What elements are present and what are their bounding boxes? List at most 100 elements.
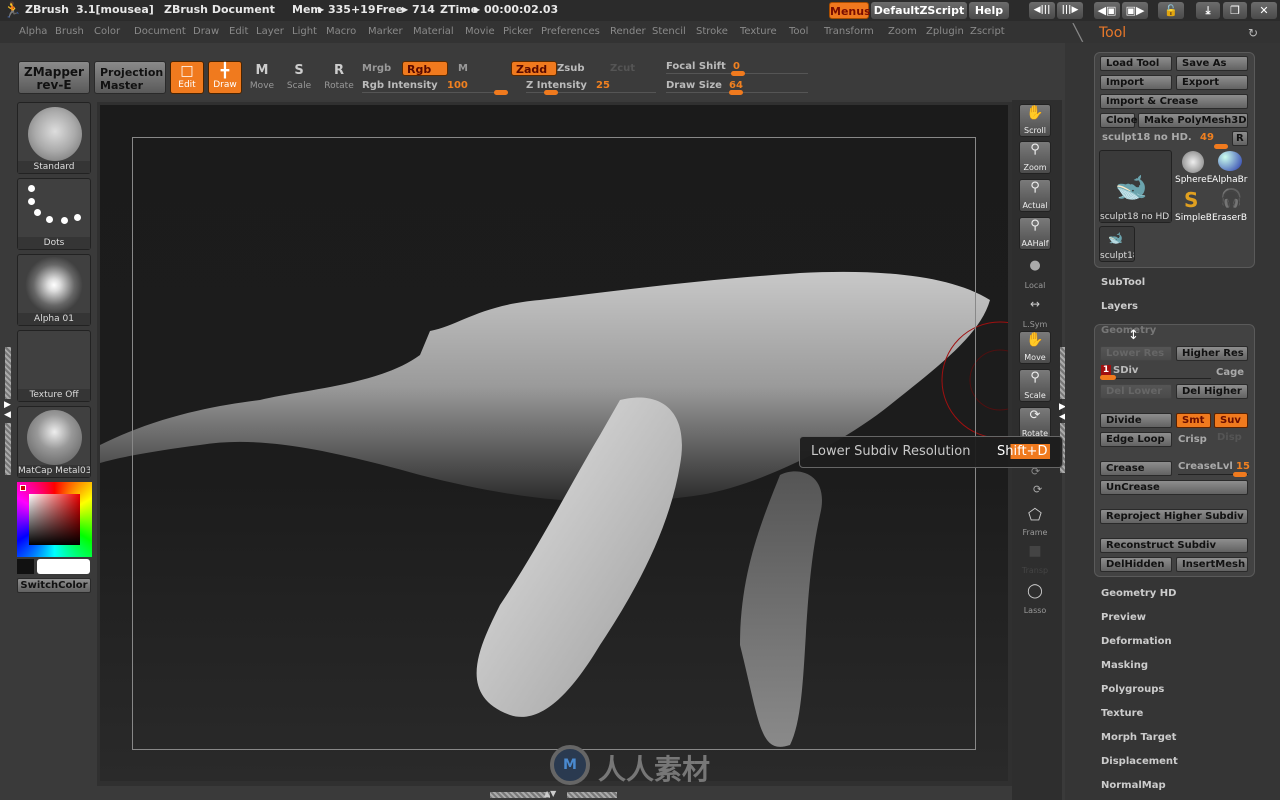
menu-stencil[interactable]: Stencil [652,26,686,37]
brush-selector[interactable]: Standard [17,102,91,174]
reconstruct-subdiv-button[interactable]: Reconstruct Subdiv [1100,538,1248,553]
mrgb-toggle[interactable]: Mrgb [362,63,391,74]
rgb-intensity-knob[interactable] [494,90,508,95]
menu-preferences[interactable]: Preferences [541,26,600,37]
disp-slider-label[interactable]: Disp [1217,432,1242,443]
morph-target-section[interactable]: Morph Target [1101,732,1176,743]
preview-section[interactable]: Preview [1101,612,1146,623]
scroll-button[interactable]: ✋ Scroll [1019,104,1051,137]
scale-view-button[interactable]: ⚲ Scale [1019,369,1051,402]
rgb-intensity-slider[interactable] [362,92,508,93]
help-button[interactable]: Help [969,2,1009,19]
lower-res-button[interactable]: Lower Res [1100,346,1172,361]
menu-render[interactable]: Render [610,26,646,37]
lock-icon[interactable]: 🔓 [1158,2,1184,19]
import-crease-button[interactable]: Import & Crease [1100,94,1248,109]
suv-toggle[interactable]: Suv [1214,413,1248,428]
expand-bottom-tray-icon[interactable]: ▲▼ [544,789,556,798]
export-button[interactable]: Export [1176,75,1248,90]
aahalf-button[interactable]: ⚲ AAHalf [1019,217,1051,250]
transp-button[interactable]: ■ Transp [1019,543,1051,576]
menu-zscript[interactable]: Zscript [970,26,1005,37]
cage-button[interactable]: Cage [1216,367,1244,378]
zoom-button[interactable]: ⚲ Zoom [1019,141,1051,174]
polygroups-section[interactable]: Polygroups [1101,684,1164,695]
geometry-hd-section[interactable]: Geometry HD [1101,588,1176,599]
left-tray-handle[interactable] [5,347,11,399]
masking-section[interactable]: Masking [1101,660,1148,671]
zmapper-button[interactable]: ZMapper rev-E [18,61,90,94]
menu-draw[interactable]: Draw [193,26,219,37]
sdiv-slider[interactable] [1101,378,1211,379]
reproject-higher-subdiv-button[interactable]: Reproject Higher Subdiv [1100,509,1248,524]
alpha-selector[interactable]: Alpha 01 [17,254,91,326]
lasso-button[interactable]: ◯ Lasso [1019,583,1051,616]
z-intensity-knob[interactable] [544,90,558,95]
focal-shift-knob[interactable] [731,71,745,76]
menu-alpha[interactable]: Alpha [19,26,47,37]
move-view-button[interactable]: ✋ Move [1019,331,1051,364]
smt-toggle[interactable]: Smt [1176,413,1211,428]
expand-palette-icon[interactable]: |||▶ [1057,2,1083,19]
r-button[interactable]: R [1232,131,1248,146]
menu-macro[interactable]: Macro [326,26,356,37]
delhidden-button[interactable]: DelHidden [1100,557,1172,572]
menu-picker[interactable]: Picker [503,26,533,37]
insertmesh-button[interactable]: InsertMesh [1176,557,1248,572]
menu-texture[interactable]: Texture [740,26,777,37]
projection-master-button[interactable]: Projection Master [94,61,166,94]
tool-eraserbrush[interactable]: 🎧 EraserB [1212,188,1248,224]
menu-document[interactable]: Document [134,26,186,37]
rotate-mode-button[interactable]: R Rotate [321,61,357,94]
zadd-toggle[interactable]: Zadd [511,61,557,76]
normalmap-section[interactable]: NormalMap [1101,780,1166,791]
hue-marker[interactable] [20,485,26,491]
menu-zplugin[interactable]: Zplugin [926,26,964,37]
draw-size-knob[interactable] [729,90,743,95]
menu-layer[interactable]: Layer [256,26,284,37]
minimize-icon[interactable]: ⤓ [1196,2,1220,19]
make-polymesh3d-button[interactable]: Make PolyMesh3D [1138,113,1248,128]
default-zscript-button[interactable]: DefaultZScript [871,2,967,19]
menu-transform[interactable]: Transform [824,26,874,37]
clone-button[interactable]: Clone [1100,113,1138,128]
sdiv-knob[interactable] [1100,375,1116,380]
draw-mode-button[interactable]: ╋ Draw [208,61,242,94]
subtool-thumbnail[interactable]: 🐋 sculpt18 [1099,226,1135,262]
next-layout-icon[interactable]: ▣▶ [1122,2,1148,19]
material-selector[interactable]: MatCap Metal03 [17,406,91,478]
menu-stroke[interactable]: Stroke [696,26,728,37]
main-color-swatch[interactable] [37,559,90,574]
menu-movie[interactable]: Movie [465,26,495,37]
higher-res-button[interactable]: Higher Res [1176,346,1248,361]
zsub-toggle[interactable]: Zsub [557,63,584,74]
menus-button[interactable]: Menus [829,2,871,19]
scale-mode-button[interactable]: S Scale [281,61,317,94]
menu-marker[interactable]: Marker [368,26,403,37]
deformation-section[interactable]: Deformation [1101,636,1172,647]
load-tool-button[interactable]: Load Tool [1100,56,1172,71]
palette-reset-icon[interactable]: ↻ [1248,26,1258,40]
subtool-section[interactable]: SubTool [1101,277,1145,288]
lsym-button[interactable]: ↔ L.Sym [1019,297,1051,330]
layers-section[interactable]: Layers [1101,301,1138,312]
prev-layout-icon[interactable]: ◀▣ [1094,2,1120,19]
tool-alphabrush[interactable]: AlphaBr [1212,150,1248,186]
menu-color[interactable]: Color [94,26,120,37]
bottom-tray-handle-right[interactable] [567,792,617,798]
expand-left-tray-icon[interactable]: ▶ ◀ [4,400,11,420]
del-lower-button[interactable]: Del Lower [1100,384,1172,399]
frame-button[interactable]: ⬠ Frame [1019,505,1051,538]
displacement-section[interactable]: Displacement [1101,756,1178,767]
menu-material[interactable]: Material [413,26,454,37]
color-picker-ring[interactable] [17,482,92,557]
actual-button[interactable]: ⚲ Actual [1019,179,1051,212]
close-icon[interactable]: ✕ [1251,2,1277,19]
texture-section[interactable]: Texture [1101,708,1143,719]
switch-color-button[interactable]: SwitchColor [17,578,91,593]
bottom-tray-handle[interactable] [490,792,550,798]
menu-zoom[interactable]: Zoom [888,26,917,37]
menu-light[interactable]: Light [292,26,317,37]
tool-simplebrush[interactable]: S SimpleBr [1175,188,1211,224]
tool-slider-knob[interactable] [1214,144,1228,149]
